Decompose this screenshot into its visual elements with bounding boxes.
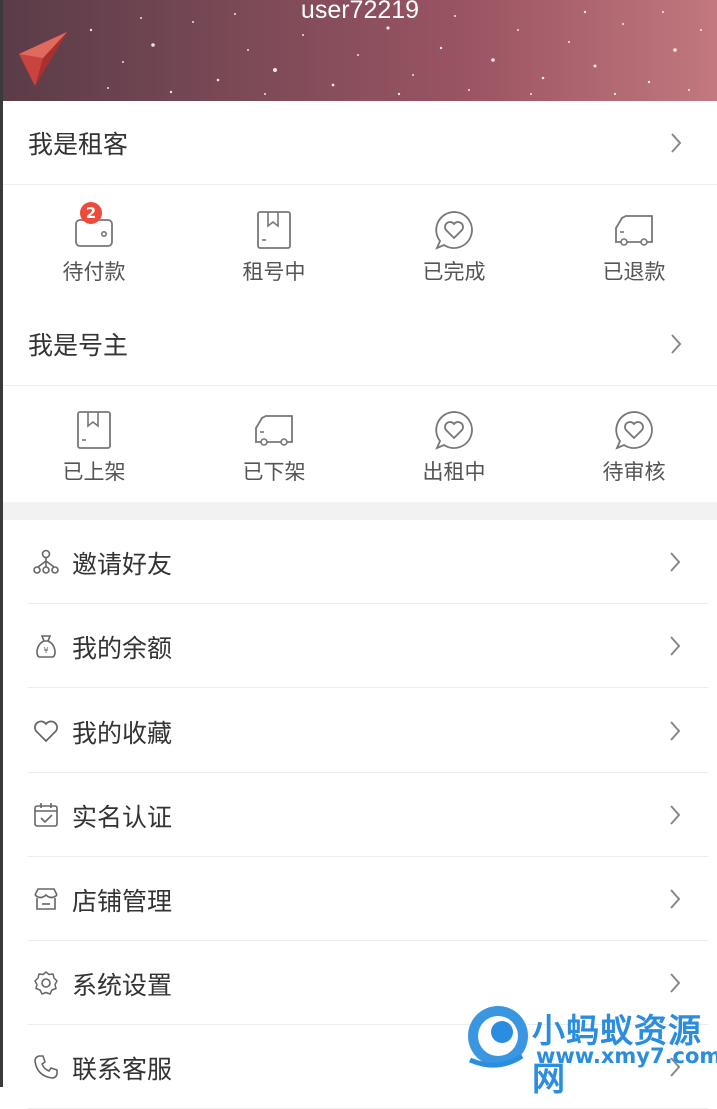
grid-label: 出租中: [422, 460, 486, 484]
grid-label: 待审核: [602, 460, 666, 484]
chevron-right-icon: [670, 635, 681, 656]
share-network-icon: [33, 549, 59, 574]
heart-icon: [34, 720, 58, 743]
phone-icon: [34, 1055, 58, 1079]
paper-plane-logo-icon: [19, 32, 67, 86]
tenant-refunded[interactable]: 已退款: [544, 186, 717, 302]
owner-renting-out[interactable]: 出租中: [364, 386, 544, 502]
truck-icon: [615, 215, 653, 246]
menu-label: 联系客服: [72, 1055, 173, 1084]
menu-shop-management[interactable]: 店铺管理: [28, 857, 708, 941]
tenant-renting[interactable]: 租号中: [184, 186, 364, 302]
chevron-right-icon: [670, 551, 681, 572]
money-bag-icon: ¥: [36, 635, 56, 658]
heart-chat-icon: [435, 211, 473, 250]
gear-icon: [34, 971, 58, 995]
heart-chat-icon: [435, 411, 473, 450]
tenant-section-title: 我是租客: [28, 129, 129, 159]
site-watermark: 小蚂蚁资源网 www.xmy7.com: [462, 1000, 717, 1098]
menu-invite-friends[interactable]: 邀请好友: [28, 520, 708, 604]
owner-section-header[interactable]: 我是号主: [3, 302, 717, 386]
menu-my-balance[interactable]: ¥ 我的余额: [28, 604, 708, 688]
grid-label: 已下架: [242, 460, 306, 484]
profile-header: user72219: [3, 0, 717, 101]
left-frame-border: [0, 0, 3, 1087]
owner-delisted[interactable]: 已下架: [184, 386, 364, 502]
menu-label: 我的余额: [72, 634, 173, 663]
tenant-pending-payment[interactable]: 2 待付款: [4, 186, 184, 302]
grid-label: 已退款: [602, 260, 666, 284]
chevron-right-icon: [671, 333, 682, 354]
chevron-right-icon: [670, 972, 681, 993]
owner-section-title: 我是号主: [28, 330, 129, 360]
chevron-right-icon: [670, 804, 681, 825]
chevron-right-icon: [671, 132, 682, 153]
tenant-section-header[interactable]: 我是租客: [3, 101, 717, 185]
menu-label: 我的收藏: [72, 719, 173, 748]
chevron-right-icon: [670, 888, 681, 909]
watermark-url: www.xmy7.com: [536, 1044, 717, 1068]
owner-pending-review[interactable]: 待审核: [544, 386, 717, 502]
truck-icon: [255, 415, 293, 446]
menu-label: 店铺管理: [72, 887, 173, 916]
section-divider: [3, 502, 717, 520]
grid-label: 待付款: [62, 260, 126, 284]
svg-text:¥: ¥: [43, 646, 48, 655]
chevron-right-icon: [670, 720, 681, 741]
owner-listing-grid: 已上架 已下架 出租中 待审核: [3, 386, 717, 502]
menu-label: 系统设置: [72, 971, 173, 1000]
pending-count-badge: 2: [80, 202, 102, 224]
grid-label: 已完成: [422, 260, 486, 284]
menu-my-favorites[interactable]: 我的收藏: [28, 689, 708, 773]
tenant-order-grid: 2 待付款 租号中 已完成 已退款: [3, 186, 717, 302]
owner-listed[interactable]: 已上架: [4, 386, 184, 502]
bookmark-icon: [77, 411, 111, 449]
shop-icon: [34, 888, 58, 910]
ant-logo-icon: [468, 1006, 528, 1068]
calendar-check-icon: [34, 803, 58, 827]
menu-label: 邀请好友: [72, 550, 173, 579]
menu-real-name-verification[interactable]: 实名认证: [28, 773, 708, 857]
bookmark-icon: [257, 211, 291, 249]
username: user72219: [300, 0, 420, 24]
tenant-completed[interactable]: 已完成: [364, 186, 544, 302]
grid-label: 租号中: [242, 260, 306, 284]
heart-chat-icon: [615, 411, 653, 450]
menu-label: 实名认证: [72, 803, 173, 832]
grid-label: 已上架: [62, 460, 126, 484]
